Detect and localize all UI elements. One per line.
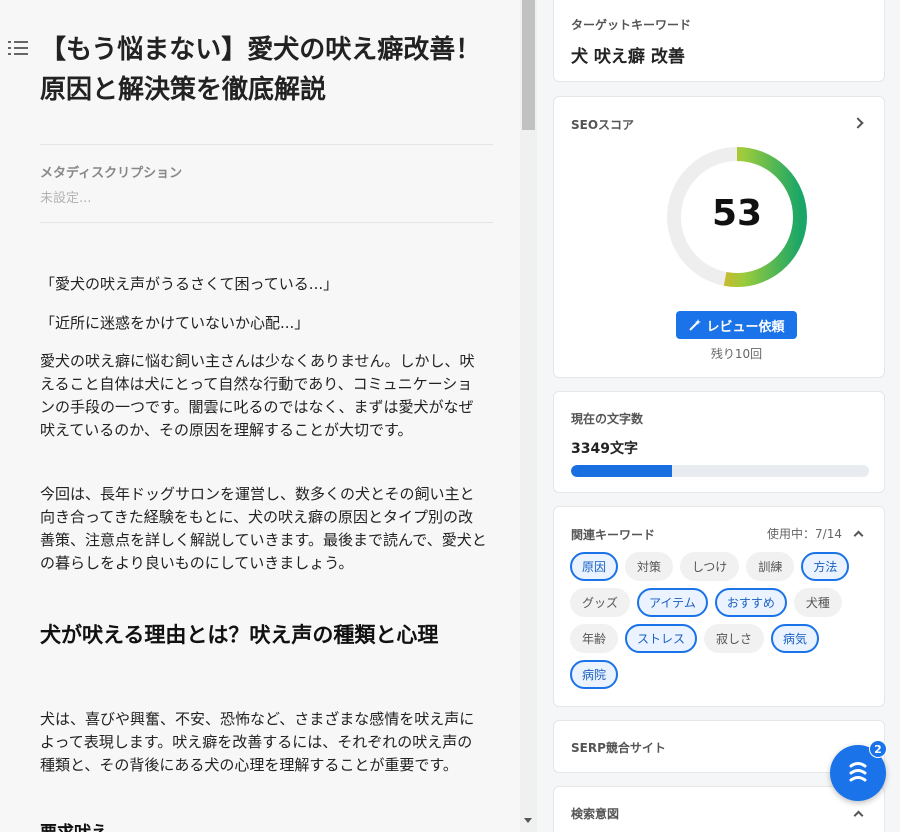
- review-request-button[interactable]: レビュー依頼: [676, 311, 797, 339]
- seo-score-value: 53: [711, 193, 763, 234]
- char-count-label: 現在の文字数: [571, 412, 644, 426]
- seo-score-card[interactable]: SEOスコア 53 レビュー依頼 残り10回: [553, 96, 885, 378]
- related-keyword-chips: 原因 対策 しつけ 訓練 方法グッズ アイテム おすすめ 犬種年齢 ストレス 寂しさ 病気病院: [570, 552, 870, 689]
- article-title[interactable]: 【もう悩まない】愛犬の吠え癖改善！原因と解決策を徹底解説: [40, 30, 500, 110]
- keyword-chip[interactable]: 寂しさ: [704, 624, 765, 653]
- char-count-progress: [571, 465, 869, 477]
- paragraph[interactable]: 「近所に迷惑をかけていないか心配...」: [40, 312, 487, 335]
- review-request-label: レビュー依頼: [706, 319, 785, 335]
- target-keyword-card[interactable]: ターゲットキーワード 犬 吠え癖 改善: [553, 0, 885, 82]
- keyword-chip[interactable]: 年齢: [570, 624, 619, 653]
- keyword-chip[interactable]: 病気: [771, 624, 820, 653]
- keyword-chip[interactable]: 方法: [801, 552, 850, 581]
- seo-score-label: SEOスコア: [571, 118, 635, 132]
- keyword-chip[interactable]: アイテム: [637, 588, 708, 617]
- char-count-value: 3349文字: [571, 441, 638, 457]
- chevron-up-icon[interactable]: [853, 530, 864, 541]
- paragraph[interactable]: 犬は、喜びや興奮、不安、恐怖など、さまざまな感情を吠え声によって表現します。吠え…: [40, 708, 487, 777]
- related-keywords-card[interactable]: 関連キーワード 使用中：7/14 原因 対策 しつけ 訓練 方法グッズ アイテム おすすめ犬…: [553, 506, 885, 707]
- review-remaining-count: 残り10回: [710, 347, 763, 361]
- editor-scrollbar[interactable]: [520, 0, 537, 832]
- keyword-usage-count: 使用中：7/14: [767, 527, 842, 541]
- divider: [40, 144, 493, 145]
- paragraph[interactable]: 「愛犬の吠え声がうるさくて困っている...」: [40, 273, 487, 296]
- keyword-chip[interactable]: ストレス: [625, 624, 698, 653]
- search-intent-card[interactable]: 検索意図: [553, 786, 885, 832]
- scrollbar-thumb[interactable]: [522, 0, 535, 130]
- serp-competitors-label: SERP競合サイト: [571, 741, 666, 755]
- target-keyword-value: 犬 吠え癖 改善: [571, 47, 685, 67]
- magic-wand-icon: [689, 319, 702, 331]
- keyword-chip[interactable]: 原因: [570, 552, 619, 581]
- related-keywords-label: 関連キーワード: [571, 528, 656, 542]
- seo-side-panel: ターゲットキーワード 犬 吠え癖 改善 SEOスコア 53 レビュー依頼 残り1…: [537, 0, 900, 832]
- keyword-chip[interactable]: しつけ: [680, 552, 740, 581]
- chevron-right-icon[interactable]: [852, 117, 864, 129]
- notification-badge: 2: [869, 740, 887, 758]
- keyword-chip[interactable]: グッズ: [570, 588, 631, 617]
- scroll-down-arrow-icon[interactable]: [524, 818, 532, 823]
- article-editor[interactable]: 【もう悩まない】愛犬の吠え癖改善！原因と解決策を徹底解説 メタディスクリプション…: [0, 0, 520, 832]
- search-intent-label: 検索意図: [571, 807, 620, 821]
- keyword-chip[interactable]: 対策: [625, 552, 674, 581]
- chevron-up-icon[interactable]: [853, 810, 864, 821]
- keyword-chip[interactable]: 犬種: [793, 588, 842, 617]
- meta-description-label: メタディスクリプション: [40, 166, 183, 181]
- char-count-card: 現在の文字数 3349文字: [553, 391, 885, 493]
- meta-description-field[interactable]: 未設定...: [40, 187, 91, 206]
- divider: [40, 222, 493, 223]
- subsection-heading[interactable]: 要求吠え: [40, 818, 108, 832]
- paragraph[interactable]: 愛犬の吠え癖に悩む飼い主さんは少なくありません。しかし、吠えること自体は犬にとっ…: [40, 350, 487, 442]
- section-heading[interactable]: 犬が吠える理由とは？吠え声の種類と心理: [40, 618, 490, 652]
- target-keyword-label: ターゲットキーワード: [571, 18, 692, 32]
- keyword-chip[interactable]: おすすめ: [714, 588, 787, 617]
- assistant-logo-icon: [849, 762, 867, 782]
- char-count-progress-fill: [571, 465, 673, 477]
- keyword-chip[interactable]: 訓練: [746, 552, 795, 581]
- paragraph[interactable]: 今回は、長年ドッグサロンを運営し、数多くの犬とその飼い主と向き合ってきた経験をも…: [40, 483, 487, 575]
- keyword-chip[interactable]: 病院: [570, 660, 619, 689]
- table-of-contents-icon[interactable]: [8, 41, 28, 57]
